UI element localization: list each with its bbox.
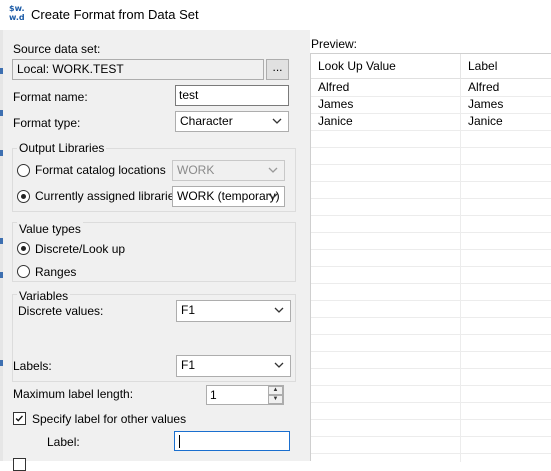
column-header-label[interactable]: Label: [461, 54, 551, 79]
assigned-libraries-radio[interactable]: [17, 190, 30, 203]
grid-row-line: [311, 198, 551, 199]
preview-cell: Alfred: [318, 80, 350, 94]
discrete-values-select[interactable]: F1: [176, 300, 291, 322]
other-label-input[interactable]: [174, 431, 290, 451]
options-panel: Source data set: Local: WORK.TEST ... Fo…: [3, 30, 310, 471]
max-label-length-spinner[interactable]: ▲ ▼: [268, 386, 283, 404]
spin-up-icon[interactable]: ▲: [268, 386, 283, 395]
grid-row-line: [311, 249, 551, 250]
grid-row-line: [311, 385, 551, 386]
grid-row-line: [311, 368, 551, 369]
preview-grid: Look Up Value Label Alfred Alfred James …: [310, 53, 551, 462]
preview-cell: James: [318, 97, 354, 111]
text-caret: [179, 435, 180, 448]
grid-row-line: [311, 351, 551, 352]
value-types-title: Value types: [17, 222, 83, 236]
grid-row-line: [311, 215, 551, 216]
source-data-set-label: Source data set:: [13, 42, 101, 56]
format-type-select[interactable]: Character: [175, 111, 289, 132]
other-label-label: Label:: [47, 435, 80, 449]
grid-row-line: [311, 266, 551, 267]
column-header-lookup[interactable]: Look Up Value: [311, 54, 461, 79]
labels-value: F1: [181, 358, 196, 372]
source-data-set-field: Local: WORK.TEST: [12, 59, 264, 80]
format-catalog-select: WORK: [172, 160, 285, 181]
chevron-down-icon: [272, 118, 282, 124]
format-name-input[interactable]: test: [175, 85, 289, 106]
assigned-libraries-label[interactable]: Currently assigned libraries: [35, 189, 180, 203]
sas-icon: $w. w.d: [9, 4, 25, 22]
window-title: Create Format from Data Set: [31, 7, 199, 22]
grid-row-line: [311, 436, 551, 437]
grid-row-line: [311, 147, 551, 148]
chevron-down-icon: [268, 167, 278, 173]
format-catalog-radio[interactable]: [17, 164, 30, 177]
format-catalog-value: WORK: [177, 163, 215, 177]
specify-other-checkbox[interactable]: [13, 412, 26, 425]
ranges-label[interactable]: Ranges: [35, 265, 76, 279]
grid-row-line: [311, 419, 551, 420]
preview-cell: Janice: [468, 114, 503, 128]
discrete-values-value: F1: [181, 303, 196, 317]
grid-row-line: [311, 130, 551, 131]
preview-cell: James: [468, 97, 504, 111]
format-type-label: Format type:: [13, 116, 81, 130]
chevron-down-icon: [268, 193, 278, 199]
title-bar: $w. w.d Create Format from Data Set: [0, 0, 551, 30]
grid-row-line: [311, 334, 551, 335]
preview-label: Preview:: [311, 37, 358, 51]
preview-cell: Janice: [318, 114, 353, 128]
preview-cell: Alfred: [468, 80, 500, 94]
grid-row-line: [311, 232, 551, 233]
assigned-libraries-select[interactable]: WORK (temporary): [172, 186, 285, 207]
checkmark-icon: [15, 415, 23, 422]
next-option-checkbox[interactable]: [13, 458, 26, 471]
variables-title: Variables: [17, 289, 71, 303]
grid-row-line: [311, 283, 551, 284]
grid-row-line: [311, 181, 551, 182]
labels-label: Labels:: [13, 359, 52, 373]
spin-down-icon[interactable]: ▼: [268, 395, 283, 404]
grid-row-line: [311, 96, 551, 97]
grid-row-line: [311, 402, 551, 403]
chevron-down-icon: [274, 362, 284, 368]
ranges-radio[interactable]: [17, 265, 30, 278]
chevron-down-icon: [274, 307, 284, 313]
specify-other-label[interactable]: Specify label for other values: [32, 412, 186, 426]
labels-select[interactable]: F1: [176, 355, 291, 377]
grid-row-line: [311, 300, 551, 301]
max-label-length-label: Maximum label length:: [13, 387, 134, 401]
browse-button[interactable]: ...: [266, 59, 289, 80]
format-name-label: Format name:: [13, 90, 88, 104]
grid-row-line: [311, 453, 551, 454]
discrete-lookup-label[interactable]: Discrete/Look up: [35, 242, 125, 256]
grid-column-divider: [460, 79, 461, 462]
discrete-values-label: Discrete values:: [18, 304, 104, 318]
grid-row-line: [311, 317, 551, 318]
grid-row-line: [311, 113, 551, 114]
discrete-lookup-radio[interactable]: [17, 242, 30, 255]
output-libraries-title: Output Libraries: [17, 141, 107, 155]
format-catalog-label[interactable]: Format catalog locations: [35, 163, 166, 177]
assigned-libraries-value: WORK (temporary): [177, 189, 280, 203]
grid-row-line: [311, 164, 551, 165]
format-type-value: Character: [180, 114, 233, 128]
